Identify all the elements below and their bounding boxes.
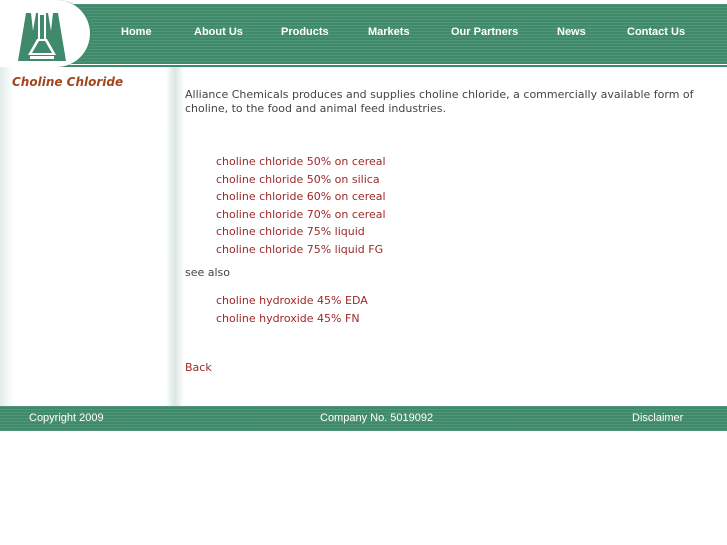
nav-markets[interactable]: Markets <box>368 4 410 60</box>
header: Home About Us Products Markets Our Partn… <box>0 0 727 67</box>
related-link[interactable]: choline hydroxide 45% FN <box>216 312 360 325</box>
company-number: Company No. 5019092 <box>320 412 434 424</box>
related-list: choline hydroxide 45% EDA choline hydrox… <box>216 292 368 327</box>
product-link[interactable]: choline chloride 70% on cereal <box>216 208 386 221</box>
disclaimer-link[interactable]: Disclaimer <box>632 406 683 431</box>
list-item: choline chloride 60% on cereal <box>216 188 386 206</box>
footer: Copyright 2009 Company No. 5019092 Discl… <box>0 406 727 431</box>
sidebar-title: Choline Chloride <box>12 75 124 89</box>
list-item: choline hydroxide 45% FN <box>216 310 368 328</box>
back-link[interactable]: Back <box>185 361 212 374</box>
sidebar: Choline Chloride <box>0 67 176 406</box>
product-link[interactable]: choline chloride 50% on silica <box>216 173 380 186</box>
product-link[interactable]: choline chloride 75% liquid FG <box>216 243 383 256</box>
list-item: choline chloride 50% on silica <box>216 171 386 189</box>
see-also-label: see also <box>185 266 231 279</box>
logo[interactable] <box>0 0 92 67</box>
product-link[interactable]: choline chloride 75% liquid <box>216 225 365 238</box>
product-link[interactable]: choline chloride 60% on cereal <box>216 190 386 203</box>
nav-home[interactable]: Home <box>121 4 152 60</box>
related-link[interactable]: choline hydroxide 45% EDA <box>216 294 368 307</box>
nav-our-partners[interactable]: Our Partners <box>451 4 518 60</box>
nav-contact-us[interactable]: Contact Us <box>627 4 685 60</box>
main-nav: Home About Us Products Markets Our Partn… <box>100 4 727 60</box>
product-link[interactable]: choline chloride 50% on cereal <box>216 155 386 168</box>
product-list: choline chloride 50% on cereal choline c… <box>216 153 386 259</box>
list-item: choline chloride 75% liquid <box>216 223 386 241</box>
list-item: choline chloride 70% on cereal <box>216 206 386 224</box>
list-item: choline chloride 50% on cereal <box>216 153 386 171</box>
content-area: Alliance Chemicals produces and supplies… <box>176 67 727 406</box>
nav-news[interactable]: News <box>557 4 586 60</box>
flask-tower-icon <box>18 13 66 61</box>
nav-products[interactable]: Products <box>281 4 329 60</box>
list-item: choline chloride 75% liquid FG <box>216 241 386 259</box>
copyright-text: Copyright 2009 <box>29 412 104 424</box>
list-item: choline hydroxide 45% EDA <box>216 292 368 310</box>
intro-text: Alliance Chemicals produces and supplies… <box>185 88 694 115</box>
nav-about-us[interactable]: About Us <box>194 4 243 60</box>
